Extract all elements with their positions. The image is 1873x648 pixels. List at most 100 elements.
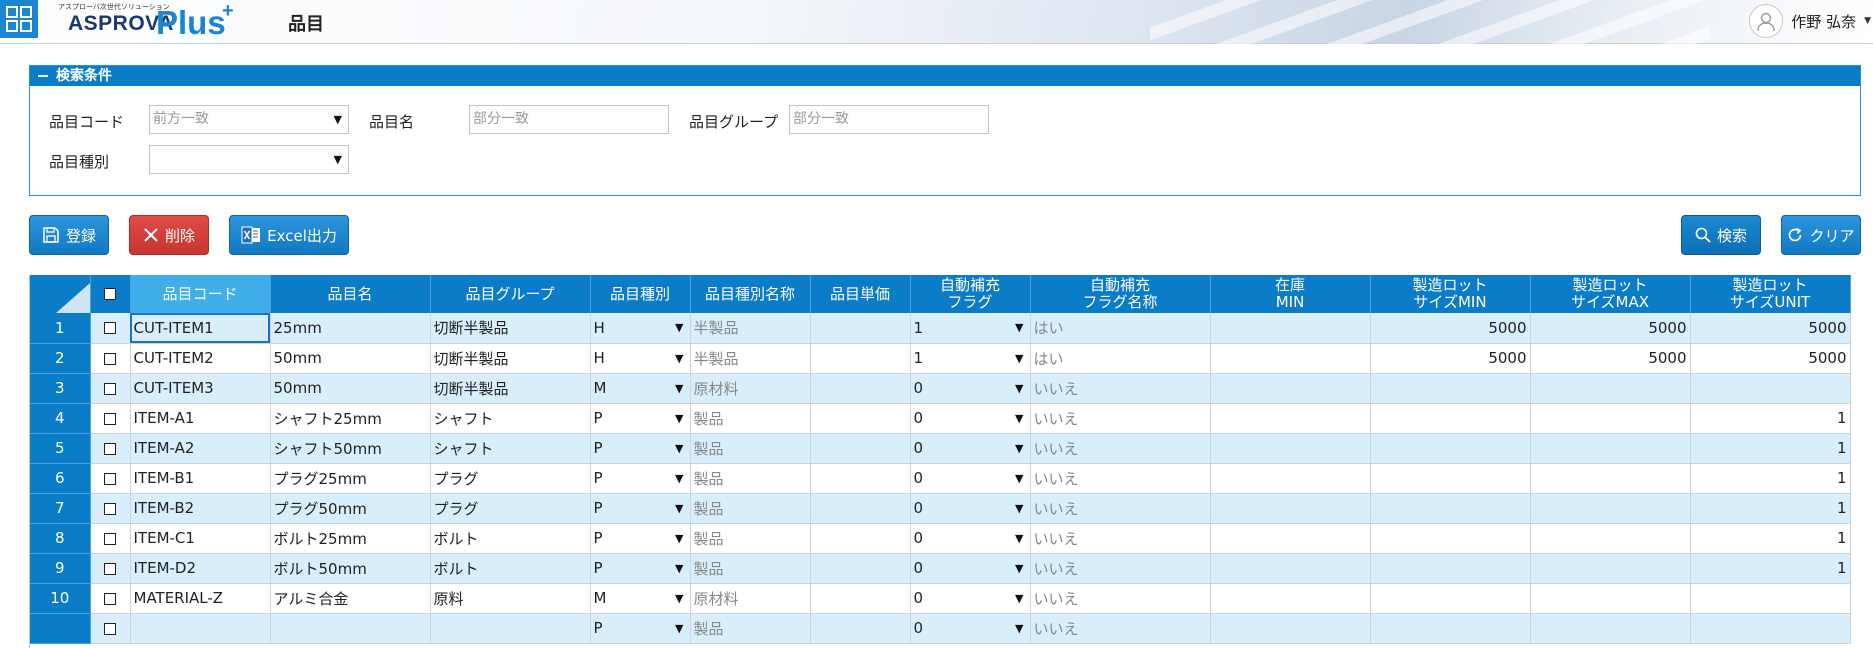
cell-unit-price[interactable] (810, 403, 911, 434)
column-header-item-group[interactable]: 品目グループ (430, 275, 591, 313)
chevron-down-icon[interactable]: ▼ (1015, 562, 1023, 575)
row-number[interactable]: 3 (30, 373, 91, 404)
cell-item-group[interactable]: 切断半製品 (430, 373, 591, 404)
row-checkbox[interactable] (104, 412, 116, 425)
row-checkbox[interactable] (104, 352, 116, 365)
cell-unit-price[interactable] (810, 583, 911, 614)
cell-item-type[interactable]: M ▼ (590, 583, 691, 614)
user-name[interactable]: 作野 弘奈 (1791, 11, 1856, 32)
cell-item-name[interactable]: ボルト25mm (270, 523, 431, 554)
cell-unit-price[interactable] (810, 613, 911, 644)
cell-auto-replenish-flag-name[interactable]: はい (1030, 313, 1211, 344)
row-checkbox[interactable] (104, 382, 116, 395)
column-header-auto-replenish-flag-name[interactable]: 自動補充 フラグ名称 (1030, 275, 1211, 313)
cell-auto-replenish-flag-name[interactable]: いいえ (1030, 403, 1211, 434)
cell-stock-min[interactable] (1210, 523, 1371, 554)
cell-unit-price[interactable] (810, 343, 911, 374)
cell-item-type[interactable]: P ▼ (590, 433, 691, 464)
cell-stock-min[interactable] (1210, 583, 1371, 614)
cell-item-group[interactable]: シャフト (430, 433, 591, 464)
cell-lot-size-unit[interactable]: 1 (1690, 553, 1851, 584)
column-header-unit-price[interactable]: 品目単価 (810, 275, 911, 313)
column-header-item-name[interactable]: 品目名 (270, 275, 431, 313)
cell-auto-replenish-flag-name[interactable]: いいえ (1030, 493, 1211, 524)
cell-lot-size-unit[interactable]: 5000 (1690, 313, 1851, 344)
cell-item-name[interactable]: プラグ50mm (270, 493, 431, 524)
column-header-lot-size-unit[interactable]: 製造ロット サイズUNIT (1690, 275, 1851, 313)
cell-auto-replenish-flag[interactable]: 0 ▼ (910, 373, 1031, 404)
cell-lot-size-min[interactable] (1370, 523, 1531, 554)
cell-item-name[interactable]: シャフト25mm (270, 403, 431, 434)
cell-auto-replenish-flag-name[interactable]: はい (1030, 343, 1211, 374)
cell-unit-price[interactable] (810, 493, 911, 524)
row-number[interactable]: 6 (30, 463, 91, 494)
cell-lot-size-unit[interactable]: 1 (1690, 523, 1851, 554)
cell-auto-replenish-flag-name[interactable]: いいえ (1030, 583, 1211, 614)
row-checkbox[interactable] (104, 322, 116, 335)
cell-item-code[interactable]: CUT-ITEM2 (130, 343, 271, 374)
cell-item-code[interactable]: ITEM-B1 (130, 463, 271, 494)
search-button[interactable]: 検索 (1681, 215, 1761, 255)
chevron-down-icon[interactable]: ▼ (675, 562, 683, 575)
cell-item-code[interactable]: MATERIAL-Z (130, 583, 271, 614)
table-row[interactable]: 1 CUT-ITEM1 25mm 切断半製品 H ▼ 半製品 1 ▼ はい 5000 5000 5000 (30, 313, 1851, 344)
cell-auto-replenish-flag-name[interactable]: いいえ (1030, 613, 1211, 644)
row-checkbox-cell[interactable] (90, 343, 131, 374)
chevron-down-icon[interactable]: ▼ (1015, 592, 1023, 605)
cell-item-type-name[interactable]: 原材料 (690, 373, 811, 404)
cell-item-type[interactable]: P ▼ (590, 553, 691, 584)
cell-item-code[interactable]: ITEM-C1 (130, 523, 271, 554)
row-number[interactable]: 9 (30, 553, 91, 584)
row-number[interactable]: 1 (30, 313, 91, 344)
select-all-checkbox[interactable] (104, 288, 116, 300)
cell-auto-replenish-flag[interactable]: 1 ▼ (910, 313, 1031, 344)
table-row[interactable]: 8 ITEM-C1 ボルト25mm ボルト P ▼ 製品 0 ▼ いいえ 1 (30, 523, 1851, 554)
cell-lot-size-max[interactable] (1530, 523, 1691, 554)
cell-lot-size-min[interactable] (1370, 553, 1531, 584)
row-checkbox-cell[interactable] (90, 403, 131, 434)
cell-auto-replenish-flag-name[interactable]: いいえ (1030, 463, 1211, 494)
chevron-down-icon[interactable]: ▼ (675, 502, 683, 515)
cell-item-type[interactable]: P ▼ (590, 613, 691, 644)
cell-item-type-name[interactable]: 製品 (690, 613, 811, 644)
chevron-down-icon[interactable]: ▼ (1015, 412, 1023, 425)
table-row[interactable]: 3 CUT-ITEM3 50mm 切断半製品 M ▼ 原材料 0 ▼ いいえ (30, 373, 1851, 404)
cell-item-code[interactable] (130, 613, 271, 644)
chevron-down-icon[interactable]: ▼ (675, 321, 683, 334)
cell-lot-size-min[interactable] (1370, 403, 1531, 434)
cell-auto-replenish-flag-name[interactable]: いいえ (1030, 433, 1211, 464)
table-row[interactable]: 9 ITEM-D2 ボルト50mm ボルト P ▼ 製品 0 ▼ いいえ 1 (30, 553, 1851, 584)
cell-lot-size-max[interactable] (1530, 583, 1691, 614)
cell-item-type[interactable]: H ▼ (590, 313, 691, 344)
cell-item-group[interactable]: 原料 (430, 583, 591, 614)
row-checkbox-cell[interactable] (90, 313, 131, 344)
cell-lot-size-unit[interactable]: 1 (1690, 493, 1851, 524)
column-header-stock-min[interactable]: 在庫 MIN (1210, 275, 1371, 313)
cell-lot-size-min[interactable]: 5000 (1370, 343, 1531, 374)
chevron-down-icon[interactable]: ▼ (675, 592, 683, 605)
row-checkbox-cell[interactable] (90, 373, 131, 404)
table-row[interactable]: 2 CUT-ITEM2 50mm 切断半製品 H ▼ 半製品 1 ▼ はい 5000 5000 5000 (30, 343, 1851, 374)
cell-lot-size-max[interactable]: 5000 (1530, 313, 1691, 344)
chevron-down-icon[interactable]: ▼ (1015, 622, 1023, 635)
table-row[interactable]: 4 ITEM-A1 シャフト25mm シャフト P ▼ 製品 0 ▼ いいえ 1 (30, 403, 1851, 434)
row-checkbox[interactable] (104, 562, 116, 575)
cell-item-code[interactable]: CUT-ITEM1 (130, 313, 271, 344)
row-checkbox-cell[interactable] (90, 523, 131, 554)
cell-lot-size-unit[interactable]: 1 (1690, 463, 1851, 494)
cell-auto-replenish-flag[interactable]: 0 ▼ (910, 613, 1031, 644)
column-header-auto-replenish-flag[interactable]: 自動補充 フラグ (910, 275, 1031, 313)
cell-item-type-name[interactable]: 製品 (690, 493, 811, 524)
cell-item-type-name[interactable]: 製品 (690, 553, 811, 584)
row-checkbox-cell[interactable] (90, 613, 131, 644)
chevron-down-icon[interactable]: ▼ (675, 412, 683, 425)
cell-stock-min[interactable] (1210, 373, 1371, 404)
cell-auto-replenish-flag[interactable]: 0 ▼ (910, 463, 1031, 494)
cell-auto-replenish-flag-name[interactable]: いいえ (1030, 373, 1211, 404)
chevron-down-icon[interactable]: ▼ (675, 622, 683, 635)
cell-item-code[interactable]: ITEM-A1 (130, 403, 271, 434)
chevron-down-icon[interactable]: ▼ (1015, 442, 1023, 455)
cell-item-name[interactable]: アルミ合金 (270, 583, 431, 614)
cell-lot-size-min[interactable] (1370, 613, 1531, 644)
row-checkbox-cell[interactable] (90, 583, 131, 614)
